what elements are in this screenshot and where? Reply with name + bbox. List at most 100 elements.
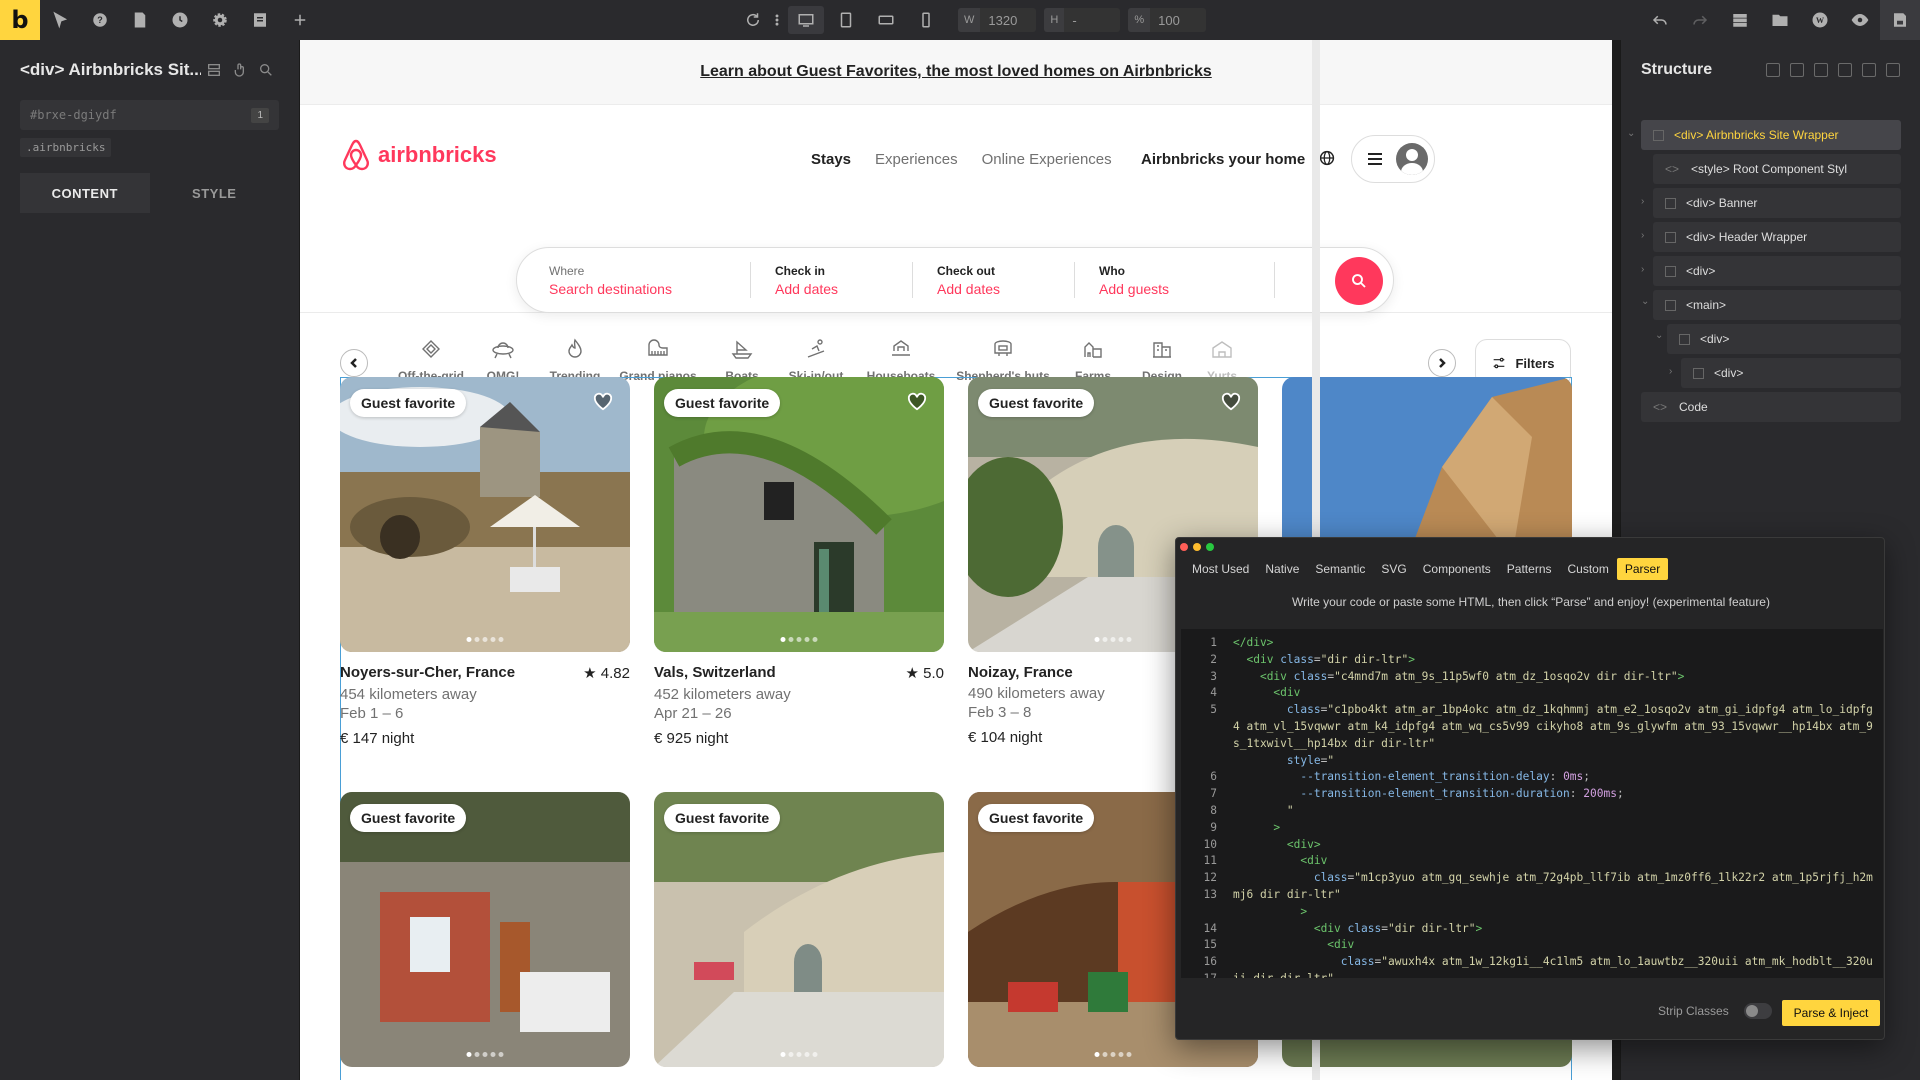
height-value[interactable]: - (1064, 13, 1120, 28)
listing-photo[interactable]: Guest favorite (340, 792, 630, 1067)
search-where[interactable]: Where Search destinations (517, 262, 751, 298)
collapse-icon[interactable] (1838, 63, 1852, 77)
clipboard-icon[interactable] (1766, 63, 1780, 77)
trash-icon[interactable] (1814, 63, 1828, 77)
tree-label: <div> (1686, 264, 1716, 278)
width-field[interactable]: W 1320 (958, 8, 1037, 32)
tree-item-nested-div[interactable]: <div> (1681, 358, 1901, 388)
site-logo[interactable]: airbnbricks (340, 138, 497, 172)
tab-parser[interactable]: Parser (1616, 558, 1669, 580)
undo-icon[interactable] (1640, 0, 1680, 40)
caret-down-icon[interactable]: ⌄ (1627, 128, 1635, 139)
host-link[interactable]: Airbnbricks your home (1141, 151, 1305, 168)
class-chip[interactable]: .airbnbricks (20, 138, 112, 157)
nav-experiences[interactable]: Experiences (875, 151, 958, 168)
caret-down-icon[interactable]: ⌄ (1641, 296, 1649, 307)
caret-right-icon[interactable]: › (1669, 366, 1672, 377)
folder-icon[interactable] (1760, 0, 1800, 40)
listing-card[interactable]: Guest favorite (340, 792, 630, 1067)
tree-item-main-div[interactable]: <div> (1667, 324, 1901, 354)
tree-item-header-wrapper[interactable]: <div> Header Wrapper (1653, 222, 1901, 252)
tab-svg[interactable]: SVG (1373, 558, 1414, 580)
conditions-icon[interactable] (201, 62, 227, 78)
caret-right-icon[interactable]: › (1641, 264, 1644, 275)
interactions-icon[interactable] (227, 62, 253, 78)
caret-right-icon[interactable]: › (1641, 230, 1644, 241)
tree-item-site-wrapper[interactable]: <div> Airbnbricks Site Wrapper (1641, 120, 1901, 150)
code-icon: <> (1653, 400, 1668, 414)
minimize-dot-icon[interactable] (1193, 543, 1201, 551)
history-icon[interactable] (160, 0, 200, 40)
user-menu-button[interactable] (1351, 135, 1435, 183)
category-next-button[interactable] (1428, 349, 1456, 377)
search-checkout[interactable]: Check out Add dates (913, 262, 1075, 298)
search-icon[interactable] (253, 62, 279, 78)
tree-item-div[interactable]: <div> (1653, 256, 1901, 286)
listing-photo[interactable]: Guest favorite (340, 377, 630, 652)
strip-classes-label: Strip Classes (1658, 1004, 1729, 1018)
tree-item-main[interactable]: <main> (1653, 290, 1901, 320)
heart-icon[interactable] (592, 391, 614, 411)
zoom-value[interactable]: 100 (1150, 13, 1206, 28)
close-dot-icon[interactable] (1180, 543, 1188, 551)
search-who[interactable]: Who Add guests (1075, 262, 1275, 298)
height-field[interactable]: H - (1044, 8, 1121, 32)
grid-icon[interactable] (1886, 63, 1900, 77)
tab-content[interactable]: CONTENT (20, 173, 150, 213)
listing-card[interactable]: Guest favorite Noyers-sur-Cher, France ★… (340, 377, 630, 747)
more-vertical-icon[interactable] (770, 0, 784, 40)
tree-item-code[interactable]: <> Code (1641, 392, 1901, 422)
tab-components[interactable]: Components (1415, 558, 1499, 580)
strip-classes-toggle[interactable] (1744, 1003, 1772, 1019)
tree-item-style[interactable]: <> <style> Root Component Styl (1653, 154, 1901, 184)
reload-icon[interactable] (740, 0, 766, 40)
settings-gear-icon[interactable] (200, 0, 240, 40)
caret-right-icon[interactable]: › (1641, 196, 1644, 207)
search-button[interactable] (1335, 257, 1383, 305)
width-value[interactable]: 1320 (980, 13, 1036, 28)
desktop-breakpoint-icon[interactable] (788, 6, 824, 34)
add-plus-icon[interactable] (280, 0, 320, 40)
templates-icon[interactable] (240, 0, 280, 40)
listing-card[interactable]: Guest favorite Vals, Switzerland ★ 5.0 4… (654, 377, 944, 747)
maximize-dot-icon[interactable] (1206, 543, 1214, 551)
zoom-field[interactable]: % 100 (1128, 8, 1207, 32)
wordpress-icon[interactable]: W (1800, 0, 1840, 40)
download-icon[interactable] (1790, 63, 1804, 77)
listing-photo[interactable]: Guest favorite (654, 792, 944, 1067)
parse-inject-button[interactable]: Parse & Inject (1782, 1000, 1880, 1026)
heart-icon[interactable] (1220, 391, 1242, 411)
listing-photo[interactable]: Guest favorite (654, 377, 944, 652)
line-number: 16 (1203, 955, 1217, 969)
expand-icon[interactable] (1862, 63, 1876, 77)
tab-patterns[interactable]: Patterns (1499, 558, 1560, 580)
banner-link[interactable]: Learn about Guest Favorites, the most lo… (700, 63, 1212, 81)
nav-online-experiences[interactable]: Online Experiences (982, 151, 1112, 168)
save-icon[interactable] (1880, 0, 1920, 40)
redo-icon[interactable] (1680, 0, 1720, 40)
heart-icon[interactable] (906, 391, 928, 411)
tree-item-banner[interactable]: <div> Banner (1653, 188, 1901, 218)
tab-semantic[interactable]: Semantic (1307, 558, 1373, 580)
structure-panel-icon[interactable] (1720, 0, 1760, 40)
tab-most-used[interactable]: Most Used (1184, 558, 1257, 580)
tab-custom[interactable]: Custom (1560, 558, 1617, 580)
nav-stays[interactable]: Stays (811, 151, 851, 168)
bricks-logo[interactable]: b (0, 0, 40, 40)
pointer-icon[interactable] (40, 0, 80, 40)
category-prev-button[interactable] (340, 349, 368, 377)
element-id-field[interactable]: #brxe-dgiydf 1 (20, 100, 279, 130)
caret-down-icon[interactable]: ⌄ (1655, 330, 1663, 341)
tablet-portrait-icon[interactable] (868, 0, 904, 40)
code-editor[interactable]: 1234567891011121314151617 </div> <div cl… (1181, 629, 1883, 978)
mobile-icon[interactable] (908, 0, 944, 40)
listing-card[interactable]: Guest favorite (654, 792, 944, 1067)
tab-style[interactable]: STYLE (150, 173, 280, 213)
help-icon[interactable]: ? (80, 0, 120, 40)
pages-icon[interactable] (120, 0, 160, 40)
search-where-input[interactable]: Search destinations (549, 281, 726, 297)
tablet-landscape-icon[interactable] (828, 0, 864, 40)
tab-native[interactable]: Native (1257, 558, 1307, 580)
search-checkin[interactable]: Check in Add dates (751, 262, 913, 298)
preview-eye-icon[interactable] (1840, 0, 1880, 40)
